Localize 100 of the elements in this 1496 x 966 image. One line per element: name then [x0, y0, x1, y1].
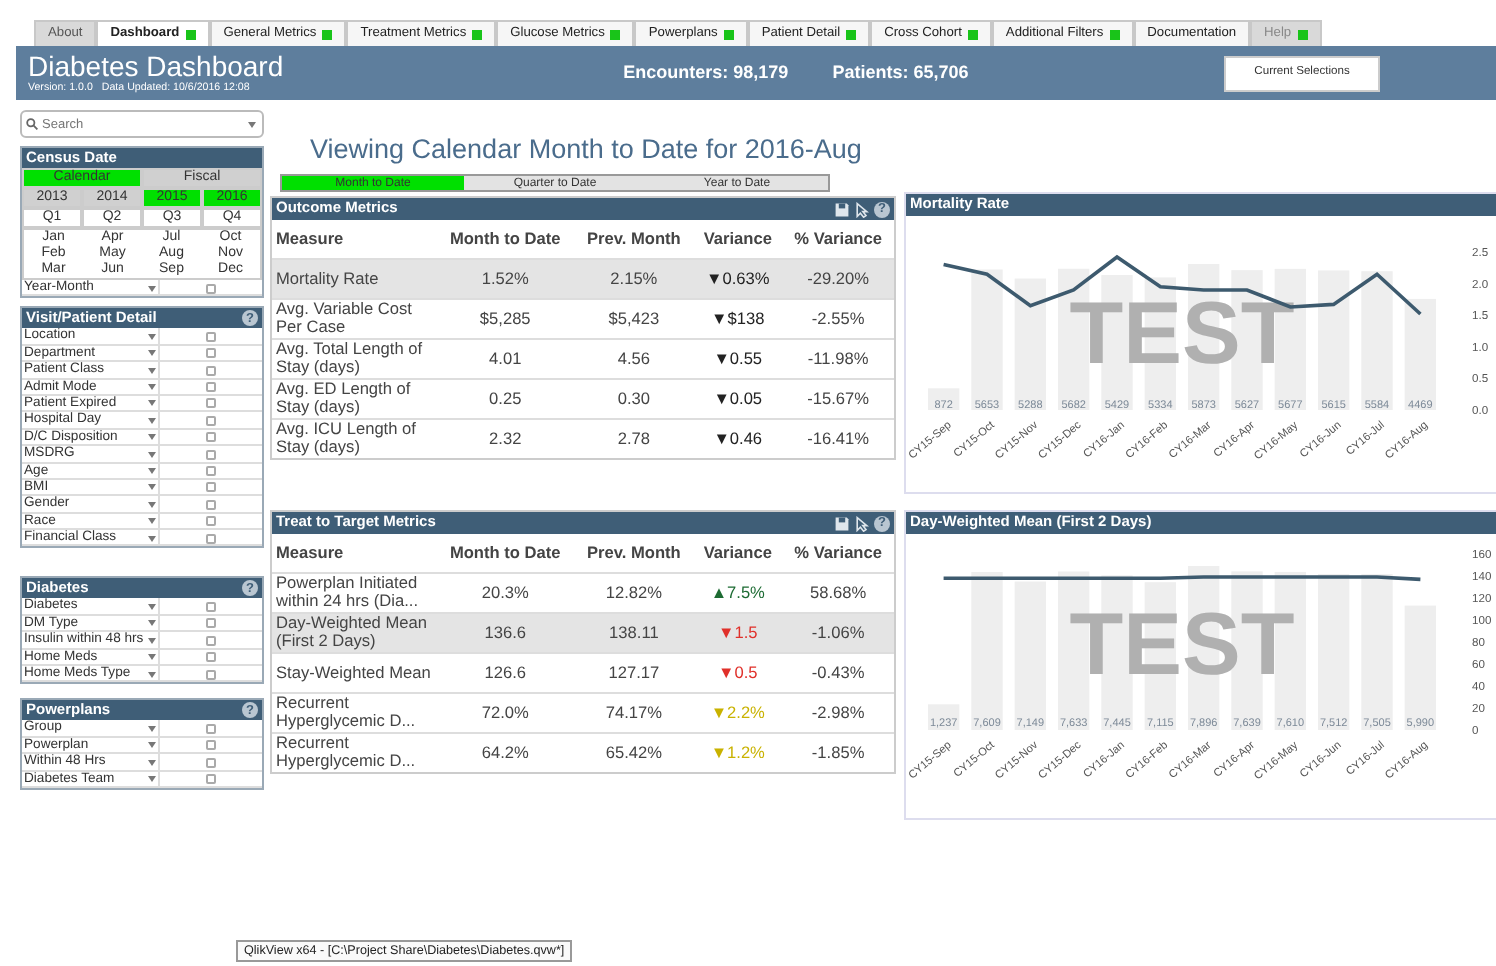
checkbox[interactable]	[206, 482, 216, 493]
caret-icon[interactable]	[148, 400, 156, 407]
cursor-icon[interactable]	[853, 201, 870, 217]
checkbox[interactable]	[206, 432, 216, 443]
caret-icon[interactable]	[148, 776, 156, 783]
checkbox[interactable]	[206, 398, 216, 409]
view-title: Viewing Calendar Month to Date for 2016-Aug	[308, 132, 864, 168]
column-header: Measure	[272, 534, 436, 572]
watermark-text: TEST	[1069, 596, 1295, 694]
table-cell: 64.2%	[436, 732, 575, 772]
column-header: Month to Date	[436, 220, 575, 258]
caret-icon[interactable]	[148, 285, 156, 291]
checkbox[interactable]	[206, 516, 216, 527]
checkbox[interactable]	[206, 774, 216, 785]
checkbox[interactable]	[206, 415, 216, 426]
table-cell: ▼0.46	[693, 418, 783, 458]
caret-icon[interactable]	[148, 451, 156, 458]
checkbox[interactable]	[206, 499, 216, 510]
table-cell: Day-Weighted Mean (First 2 Days)	[272, 612, 436, 652]
table-cell: ▼1.5	[693, 612, 783, 652]
checkbox[interactable]	[206, 449, 216, 460]
column-header: Variance	[693, 534, 783, 572]
checkbox[interactable]	[206, 533, 216, 544]
column-header: Measure	[272, 220, 436, 258]
caret-icon[interactable]	[148, 759, 156, 766]
caret-icon[interactable]	[148, 654, 156, 661]
table-cell: -1.06%	[782, 612, 894, 652]
caret-icon[interactable]	[148, 367, 156, 374]
checkbox[interactable]	[206, 652, 216, 663]
table-cell: ▼1.2%	[693, 732, 783, 772]
watermark-text: TEST	[1069, 285, 1295, 383]
caret-icon[interactable]	[148, 742, 156, 749]
table-cell: -16.41%	[782, 418, 894, 458]
table-cell: 72.0%	[436, 692, 575, 732]
checkbox[interactable]	[206, 348, 216, 359]
cursor-icon[interactable]	[853, 515, 870, 531]
caret-icon[interactable]	[148, 620, 156, 627]
stat-label: Patients: 65,706	[832, 62, 969, 84]
table-cell: Recurrent Hyperglycemic D...	[272, 732, 436, 772]
caret-icon[interactable]	[148, 468, 156, 475]
checkbox[interactable]	[206, 331, 216, 342]
caret-icon[interactable]	[148, 535, 156, 542]
table-cell: 136.6	[436, 612, 575, 652]
table-cell: Avg. Variable Cost Per Case	[272, 298, 436, 338]
table-cell: 0.30	[574, 378, 694, 418]
caret-icon[interactable]	[148, 384, 156, 391]
caret-icon[interactable]	[148, 417, 156, 424]
caret-icon[interactable]	[148, 350, 156, 357]
caret-icon[interactable]	[148, 603, 156, 610]
caret-icon[interactable]	[148, 484, 156, 491]
stat-label: Encounters: 98,179	[623, 62, 789, 84]
column-header: Variance	[693, 220, 783, 258]
save-icon[interactable]	[833, 201, 849, 217]
checkbox[interactable]	[206, 723, 216, 734]
table-cell: Mortality Rate	[272, 258, 436, 298]
table-cell: -11.98%	[782, 338, 894, 378]
caret-icon[interactable]	[148, 637, 156, 644]
table-cell: -15.67%	[782, 378, 894, 418]
caret-icon[interactable]	[248, 122, 256, 128]
column-header: Prev. Month	[574, 534, 694, 572]
column-header: Prev. Month	[574, 220, 694, 258]
table-cell: -1.85%	[782, 732, 894, 772]
caret-icon[interactable]	[148, 725, 156, 732]
checkbox[interactable]	[206, 601, 216, 612]
checkbox[interactable]	[206, 635, 216, 646]
table-cell: Recurrent Hyperglycemic D...	[272, 692, 436, 732]
save-icon[interactable]	[833, 515, 849, 531]
checkbox[interactable]	[206, 618, 216, 629]
table-cell: Avg. ED Length of Stay (days)	[272, 378, 436, 418]
table-cell: 1.52%	[436, 258, 575, 298]
table-cell: 2.78	[574, 418, 694, 458]
checkbox[interactable]	[206, 740, 216, 751]
caret-icon[interactable]	[148, 518, 156, 525]
checkbox[interactable]	[206, 365, 216, 376]
table-cell: 2.32	[436, 418, 575, 458]
table-cell: 4.01	[436, 338, 575, 378]
table-cell: Stay-Weighted Mean	[272, 652, 436, 692]
table-cell: Avg. ICU Length of Stay (days)	[272, 418, 436, 458]
column-header: % Variance	[782, 220, 894, 258]
table-cell: ▼0.5	[693, 652, 783, 692]
table-cell: 138.11	[574, 612, 694, 652]
checkbox[interactable]	[206, 757, 216, 768]
table-cell: ▼0.63%	[693, 258, 783, 298]
table-cell: 65.42%	[574, 732, 694, 772]
table-cell: ▼$138	[693, 298, 783, 338]
column-header: % Variance	[782, 534, 894, 572]
table-cell: -2.98%	[782, 692, 894, 732]
caret-icon[interactable]	[148, 671, 156, 678]
checkbox[interactable]	[206, 283, 216, 293]
caret-icon[interactable]	[148, 333, 156, 340]
checkbox[interactable]	[206, 669, 216, 680]
dashboard-title: Diabetes Dashboard	[28, 51, 284, 82]
table-cell: 2.15%	[574, 258, 694, 298]
table-cell: ▼0.05	[693, 378, 783, 418]
table-cell: $5,285	[436, 298, 575, 338]
table-cell: -29.20%	[782, 258, 894, 298]
caret-icon[interactable]	[148, 434, 156, 441]
caret-icon[interactable]	[148, 501, 156, 508]
checkbox[interactable]	[206, 466, 216, 477]
checkbox[interactable]	[206, 382, 216, 393]
